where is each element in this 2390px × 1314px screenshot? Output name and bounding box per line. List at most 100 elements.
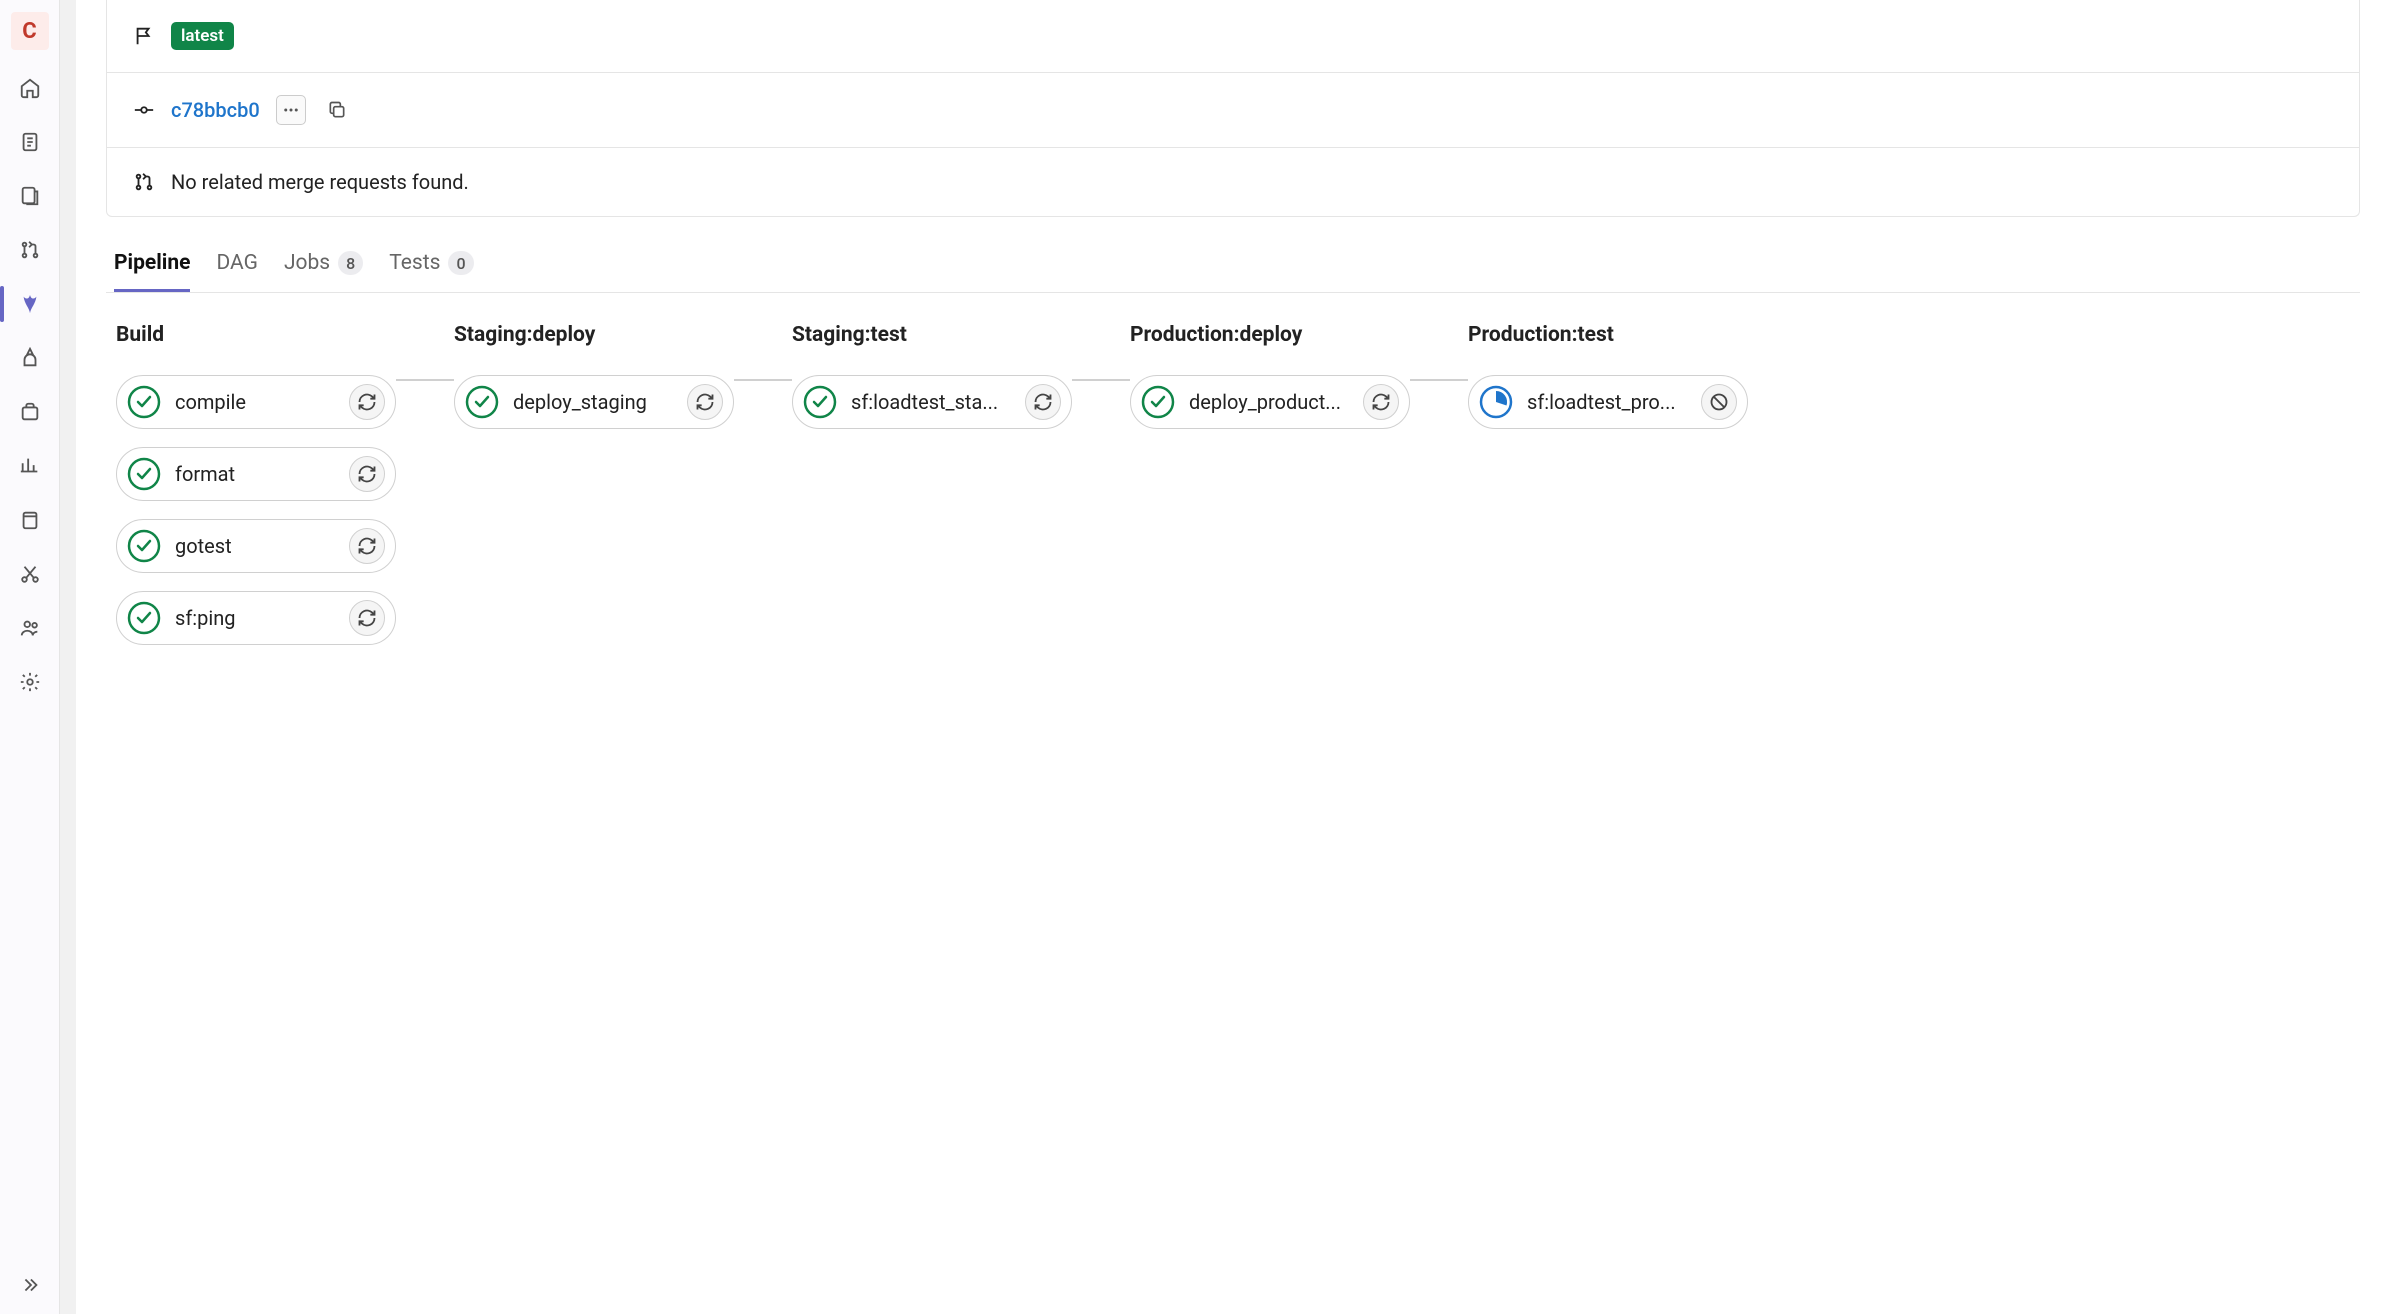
project-avatar-letter: C bbox=[22, 19, 36, 44]
tab-jobs-count: 8 bbox=[338, 251, 363, 275]
merge-request-icon bbox=[19, 239, 41, 261]
project-avatar[interactable]: C bbox=[11, 12, 49, 50]
retry-job-button[interactable] bbox=[349, 384, 385, 420]
job-name: deploy_product... bbox=[1189, 390, 1349, 414]
stage-jobs: deploy_staging bbox=[454, 375, 734, 429]
sidebar-item-settings[interactable] bbox=[6, 658, 54, 706]
sidebar-item-snippets[interactable] bbox=[6, 550, 54, 598]
chevrons-right-icon bbox=[19, 1274, 41, 1296]
snippets-icon bbox=[19, 563, 41, 585]
pipeline-info-card: latest c78bbcb0 No related merge request… bbox=[106, 0, 2360, 217]
retry-job-button[interactable] bbox=[349, 528, 385, 564]
home-icon bbox=[19, 77, 41, 99]
deploy-icon bbox=[19, 347, 41, 369]
job-name: format bbox=[175, 462, 335, 486]
stage-connector bbox=[1072, 379, 1130, 381]
plan-icon bbox=[19, 131, 41, 153]
job-pill[interactable]: sf:loadtest_pro... bbox=[1468, 375, 1748, 429]
passed-status-icon bbox=[127, 601, 161, 635]
job-name: sf:ping bbox=[175, 606, 335, 630]
code-icon bbox=[19, 185, 41, 207]
pipeline-graph: Build compile format gotest sf:ping Staging:d… bbox=[106, 293, 2360, 675]
pipeline-tabs: Pipeline DAG Jobs 8 Tests 0 bbox=[106, 237, 2360, 293]
stage-title: Staging:test bbox=[792, 323, 1072, 347]
members-icon bbox=[19, 617, 41, 639]
cancel-job-button[interactable] bbox=[1701, 384, 1737, 420]
commit-expand-button[interactable] bbox=[276, 95, 306, 125]
stage-connector bbox=[1410, 379, 1468, 381]
merge-request-icon bbox=[133, 171, 155, 193]
tab-dag[interactable]: DAG bbox=[216, 237, 257, 292]
sidebar-item-home[interactable] bbox=[6, 64, 54, 112]
pipeline-stage: Production:test sf:loadtest_pro... bbox=[1468, 323, 1748, 429]
pipeline-stage: Staging:test sf:loadtest_sta... bbox=[792, 323, 1072, 429]
commit-icon bbox=[133, 99, 155, 121]
sidebar-item-packages[interactable] bbox=[6, 388, 54, 436]
tab-pipeline[interactable]: Pipeline bbox=[114, 237, 190, 292]
running-status-icon bbox=[1479, 385, 1513, 419]
tab-tests-label: Tests bbox=[389, 251, 440, 275]
retry-job-button[interactable] bbox=[1363, 384, 1399, 420]
copy-sha-button[interactable] bbox=[322, 95, 352, 125]
packages-icon bbox=[19, 401, 41, 423]
retry-job-button[interactable] bbox=[349, 456, 385, 492]
pipeline-stage: Production:deploy deploy_product... bbox=[1130, 323, 1410, 429]
sidebar-item-merge[interactable] bbox=[6, 226, 54, 274]
passed-status-icon bbox=[127, 385, 161, 419]
tab-tests[interactable]: Tests 0 bbox=[389, 237, 473, 292]
stage-jobs: sf:loadtest_sta... bbox=[792, 375, 1072, 429]
pipeline-stage: Build compile format gotest sf:ping bbox=[116, 323, 396, 645]
job-pill[interactable]: sf:ping bbox=[116, 591, 396, 645]
sidebar-item-plan[interactable] bbox=[6, 118, 54, 166]
job-pill[interactable]: deploy_product... bbox=[1130, 375, 1410, 429]
job-name: compile bbox=[175, 390, 335, 414]
sidebar-item-deploy[interactable] bbox=[6, 334, 54, 382]
retry-job-button[interactable] bbox=[687, 384, 723, 420]
stage-jobs: compile format gotest sf:ping bbox=[116, 375, 396, 645]
wiki-icon bbox=[19, 509, 41, 531]
job-pill[interactable]: deploy_staging bbox=[454, 375, 734, 429]
tab-jobs[interactable]: Jobs 8 bbox=[284, 237, 363, 292]
ellipsis-icon bbox=[282, 101, 300, 119]
passed-status-icon bbox=[803, 385, 837, 419]
commit-row: c78bbcb0 bbox=[107, 72, 2359, 147]
settings-icon bbox=[19, 671, 41, 693]
mr-empty-text: No related merge requests found. bbox=[171, 170, 469, 194]
stage-connector bbox=[396, 379, 454, 381]
sidebar-item-cicd[interactable] bbox=[6, 280, 54, 328]
retry-job-button[interactable] bbox=[349, 600, 385, 636]
sidebar-item-code[interactable] bbox=[6, 172, 54, 220]
sidebar-expand[interactable] bbox=[6, 1266, 54, 1314]
stage-jobs: sf:loadtest_pro... bbox=[1468, 375, 1748, 429]
cicd-icon bbox=[19, 293, 41, 315]
project-sidebar: C bbox=[0, 0, 60, 1314]
latest-row: latest bbox=[107, 0, 2359, 72]
tab-jobs-label: Jobs bbox=[284, 251, 330, 275]
latest-badge: latest bbox=[171, 22, 234, 50]
pipeline-stage: Staging:deploydeploy_staging bbox=[454, 323, 734, 429]
sidebar-item-members[interactable] bbox=[6, 604, 54, 652]
job-pill[interactable]: gotest bbox=[116, 519, 396, 573]
monitor-icon bbox=[19, 455, 41, 477]
job-pill[interactable]: compile bbox=[116, 375, 396, 429]
job-pill[interactable]: sf:loadtest_sta... bbox=[792, 375, 1072, 429]
stage-title: Build bbox=[116, 323, 396, 347]
job-name: gotest bbox=[175, 534, 335, 558]
job-pill[interactable]: format bbox=[116, 447, 396, 501]
tab-tests-count: 0 bbox=[448, 251, 473, 275]
stage-jobs: deploy_product... bbox=[1130, 375, 1410, 429]
sidebar-item-monitor[interactable] bbox=[6, 442, 54, 490]
sidebar-item-wiki[interactable] bbox=[6, 496, 54, 544]
scroll-gutter bbox=[60, 0, 76, 1314]
retry-job-button[interactable] bbox=[1025, 384, 1061, 420]
stage-title: Production:deploy bbox=[1130, 323, 1410, 347]
job-name: deploy_staging bbox=[513, 390, 673, 414]
job-name: sf:loadtest_sta... bbox=[851, 390, 1011, 414]
commit-sha-link[interactable]: c78bbcb0 bbox=[171, 98, 260, 122]
passed-status-icon bbox=[127, 529, 161, 563]
tab-dag-label: DAG bbox=[216, 251, 257, 275]
passed-status-icon bbox=[465, 385, 499, 419]
passed-status-icon bbox=[1141, 385, 1175, 419]
passed-status-icon bbox=[127, 457, 161, 491]
stage-title: Production:test bbox=[1468, 323, 1748, 347]
